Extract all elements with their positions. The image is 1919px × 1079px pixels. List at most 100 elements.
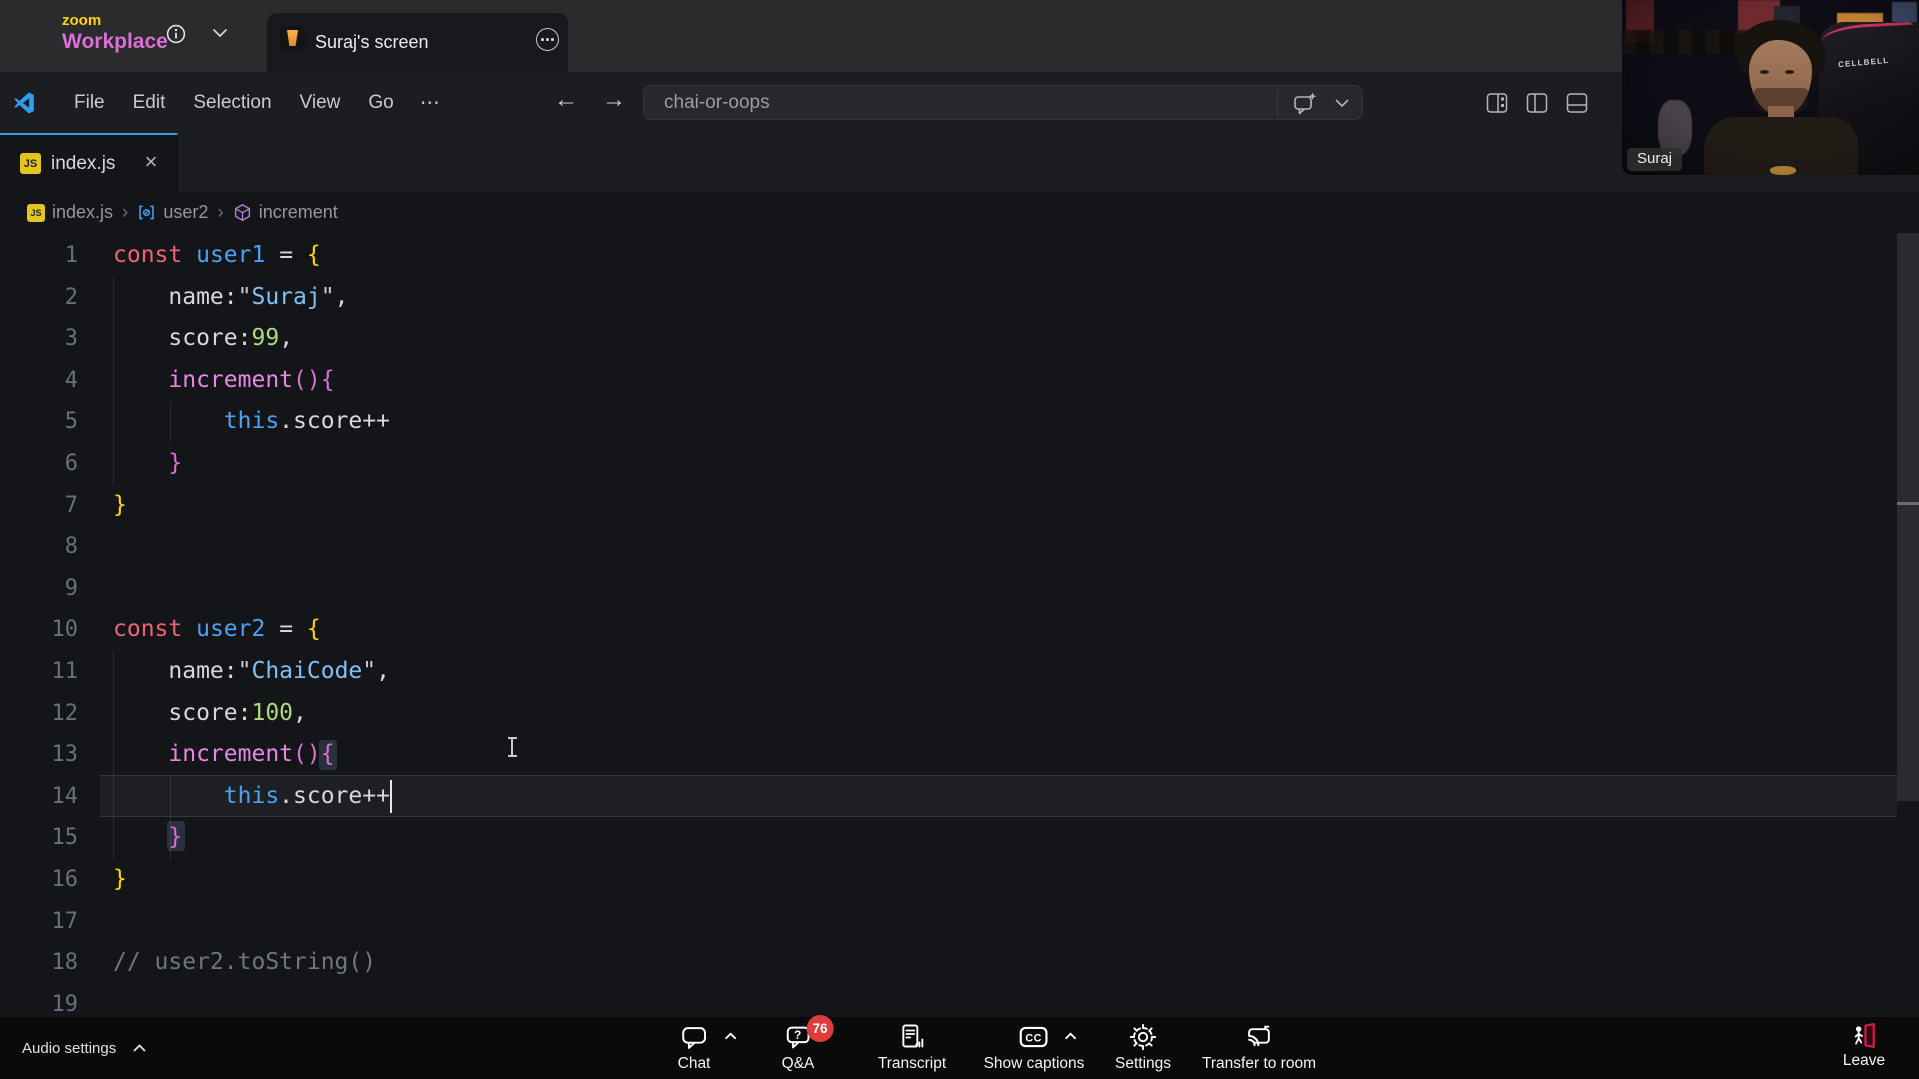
line-number: 17: [51, 908, 79, 934]
transcript-icon: [897, 1022, 926, 1052]
qa-icon: ? 76: [783, 1015, 834, 1052]
toggle-panel-icon[interactable]: [1565, 91, 1589, 115]
code-line-2[interactable]: name:"Suraj",: [113, 277, 390, 319]
navigate-forward-icon[interactable]: →: [602, 86, 626, 114]
breadcrumb: JS index.js › user2 › increment: [0, 192, 1919, 233]
code-line-18[interactable]: // user2.toString(): [113, 942, 390, 984]
scrollbar-cursor-marker: [1897, 502, 1919, 505]
transcript-button[interactable]: Transcript: [878, 1022, 946, 1073]
customize-layout-icon[interactable]: [1485, 91, 1509, 115]
chat-icon: [680, 1022, 736, 1052]
menu-view[interactable]: View: [286, 92, 355, 114]
breadcrumb-label: user2: [163, 202, 209, 222]
line-number: 7: [64, 492, 78, 518]
zoom-workplace-logo: zoom Workplace: [62, 13, 168, 52]
line-number: 19: [51, 991, 79, 1017]
menu-more-icon[interactable]: ⋯: [408, 90, 452, 115]
line-number: 12: [51, 700, 79, 726]
settings-button[interactable]: Settings: [1115, 1022, 1171, 1073]
leave-label: Leave: [1842, 1052, 1886, 1069]
code-content[interactable]: const user1 = { name:"Suraj", score:99, …: [113, 235, 390, 1017]
javascript-file-icon: JS: [27, 203, 45, 222]
menu-selection[interactable]: Selection: [179, 92, 285, 114]
menu-go[interactable]: Go: [354, 92, 407, 114]
settings-label: Settings: [1114, 1055, 1172, 1072]
line-number: 16: [51, 866, 79, 892]
chat-label: Chat: [677, 1055, 711, 1072]
text-cursor: [390, 780, 392, 813]
code-line-8[interactable]: [113, 526, 390, 568]
vscode-logo-icon: [13, 92, 35, 114]
code-line-19[interactable]: [113, 984, 390, 1017]
line-number: 13: [51, 742, 79, 768]
shared-screen-title: Suraj's screen: [315, 32, 429, 52]
leave-icon: [1850, 1022, 1877, 1049]
transfer-button[interactable]: Transfer to room: [1202, 1022, 1316, 1073]
cc-icon: CC: [1019, 1022, 1077, 1052]
chat-button[interactable]: Chat: [677, 1022, 736, 1073]
code-line-3[interactable]: score:99,: [113, 318, 390, 360]
code-editor[interactable]: 1 2 3 4 5 6 7 8 9 10 11 12 13 14 15 16 17 18 19 const user…: [0, 233, 1919, 1017]
symbol-object-icon: [137, 203, 156, 222]
line-number-gutter: 1 2 3 4 5 6 7 8 9 10 11 12 13 14 15 16 17 18 19: [0, 235, 79, 1017]
captions-button[interactable]: CC Show captions: [984, 1022, 1084, 1073]
breadcrumb-separator: ›: [122, 201, 129, 223]
chevron-down-icon[interactable]: [212, 28, 228, 38]
chat-chevron-up-icon[interactable]: [725, 1032, 737, 1040]
menu-file[interactable]: File: [60, 92, 119, 114]
captions-chevron-up-icon[interactable]: [1065, 1032, 1077, 1040]
breadcrumb-separator: ›: [217, 201, 224, 223]
line-number: 4: [64, 367, 78, 393]
chevron-up-icon[interactable]: [133, 1044, 146, 1052]
toggle-sidebar-icon[interactable]: [1525, 91, 1549, 115]
breadcrumb-item-user2[interactable]: user2: [137, 202, 208, 223]
line-number: 1: [64, 243, 78, 268]
code-line-15[interactable]: }: [113, 817, 390, 859]
code-line-16[interactable]: }: [113, 859, 390, 901]
menubar: File Edit Selection View Go ⋯: [60, 72, 452, 133]
code-line-13[interactable]: increment(){: [113, 734, 390, 776]
more-options-icon[interactable]: [536, 28, 559, 51]
line-number: 5: [64, 409, 78, 435]
code-line-6[interactable]: }: [113, 443, 390, 485]
breadcrumb-item-increment[interactable]: increment: [233, 202, 338, 223]
shared-screen-tab[interactable]: Suraj's screen: [267, 13, 568, 72]
code-line-17[interactable]: [113, 901, 390, 943]
breadcrumb-item-index-js[interactable]: JS index.js: [27, 202, 113, 223]
line-number: 18: [51, 950, 79, 976]
leave-button[interactable]: Leave: [1843, 1022, 1885, 1070]
transfer-label: Transfer to room: [1202, 1055, 1316, 1072]
line-number: 14: [51, 783, 79, 809]
menu-edit[interactable]: Edit: [119, 92, 180, 114]
meeting-toolbar: Audio settings Chat ? 76 Q&A Transcript CC Sho…: [0, 1015, 1919, 1079]
cast-icon: [1245, 1022, 1274, 1052]
code-line-10[interactable]: const user2 = {: [113, 609, 390, 651]
code-line-5[interactable]: this.score++: [113, 401, 390, 443]
code-line-4[interactable]: increment(){: [113, 360, 390, 402]
svg-text:CC: CC: [1026, 1033, 1043, 1045]
participant-name-label: Suraj: [1627, 148, 1683, 171]
code-line-7[interactable]: }: [113, 485, 390, 527]
gear-icon: [1129, 1022, 1157, 1052]
command-center-chevron-icon[interactable]: [1335, 99, 1349, 108]
code-line-12[interactable]: score:100,: [113, 693, 390, 735]
code-line-9[interactable]: [113, 568, 390, 610]
javascript-file-icon: JS: [20, 153, 41, 174]
tab-index-js[interactable]: JS index.js ×: [0, 133, 178, 192]
code-line-1[interactable]: const user1 = {: [113, 235, 390, 277]
line-number: 11: [51, 658, 79, 684]
audio-settings-button[interactable]: Audio settings: [22, 1017, 146, 1079]
transcript-label: Transcript: [877, 1055, 947, 1072]
code-line-11[interactable]: name:"ChaiCode",: [113, 651, 390, 693]
code-line-14[interactable]: this.score++: [113, 776, 390, 818]
brand-zoom: zoom: [62, 12, 102, 29]
layout-controls: [1485, 72, 1589, 133]
qa-button[interactable]: ? 76 Q&A: [782, 1015, 834, 1073]
breadcrumb-label: increment: [258, 202, 338, 222]
navigate-back-icon[interactable]: ←: [554, 86, 578, 114]
editor-scrollbar[interactable]: [1897, 233, 1919, 801]
tab-close-icon[interactable]: ×: [138, 149, 164, 175]
command-center-search[interactable]: chai-or-oops: [643, 85, 1363, 120]
info-icon[interactable]: [166, 24, 186, 44]
copilot-chat-icon[interactable]: [1292, 91, 1318, 117]
